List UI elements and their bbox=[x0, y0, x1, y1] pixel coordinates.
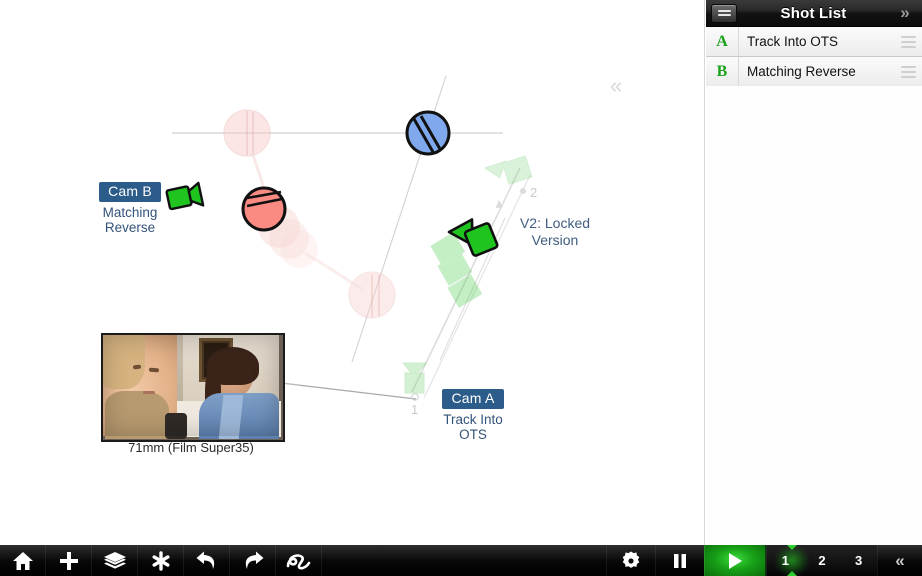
home-button[interactable] bbox=[0, 545, 46, 576]
shot-name: Track Into OTS bbox=[747, 34, 839, 49]
asterisk-icon bbox=[152, 550, 169, 571]
layers-button[interactable] bbox=[92, 545, 138, 576]
step-button-1[interactable]: 1 bbox=[782, 553, 789, 568]
drag-handle-icon[interactable] bbox=[896, 27, 920, 57]
play-button[interactable] bbox=[704, 545, 766, 576]
marker-number-2: 2 bbox=[530, 185, 538, 200]
home-icon bbox=[12, 551, 33, 570]
toolbar-collapse-chevron-icon[interactable]: « bbox=[877, 545, 922, 576]
pause-icon bbox=[674, 553, 686, 568]
layers-icon bbox=[103, 551, 126, 569]
character-blue-active bbox=[405, 110, 451, 156]
table-row[interactable]: B Matching Reverse bbox=[706, 57, 922, 87]
gear-icon bbox=[622, 551, 640, 568]
canvas-collapse-chevron-icon[interactable]: « bbox=[610, 75, 622, 97]
camera-b-icon[interactable] bbox=[163, 177, 207, 217]
bottom-toolbar: 1 2 3 « bbox=[0, 545, 922, 576]
step-marker-top-icon bbox=[787, 545, 797, 550]
step-button-2[interactable]: 2 bbox=[818, 553, 825, 568]
character-red-active bbox=[241, 186, 287, 232]
toolbar-left-group bbox=[0, 545, 322, 576]
shot-letter: B bbox=[716, 62, 728, 80]
canvas-vector-layer bbox=[172, 75, 533, 401]
undo-arrow-icon bbox=[196, 551, 214, 569]
shot-list-empty-area[interactable] bbox=[706, 86, 922, 545]
shot-name: Matching Reverse bbox=[747, 64, 856, 79]
shot-list-title: Shot List bbox=[780, 4, 847, 22]
step-button-3[interactable]: 3 bbox=[855, 553, 862, 568]
marker-number-1: 1 bbox=[411, 402, 419, 417]
add-button[interactable] bbox=[46, 545, 92, 576]
toolbar-right-group: 1 2 3 « bbox=[606, 545, 922, 576]
panel-collapse-chevron-icon[interactable]: » bbox=[890, 3, 920, 23]
camera-a-origin-ghost bbox=[401, 362, 428, 394]
undo-button[interactable] bbox=[184, 545, 230, 576]
shot-letter: A bbox=[716, 32, 728, 50]
step-marker-bottom-icon bbox=[787, 571, 797, 576]
redo-button[interactable] bbox=[230, 545, 276, 576]
step-active-highlight bbox=[775, 545, 809, 576]
frame-caption: 71mm (Film Super35) bbox=[128, 440, 254, 455]
app-root: 71mm (Film Super35) Cam B Matching Rever… bbox=[0, 0, 922, 576]
list-icon[interactable] bbox=[711, 3, 737, 23]
pause-button[interactable] bbox=[655, 545, 704, 576]
storyboard-canvas[interactable]: 71mm (Film Super35) Cam B Matching Rever… bbox=[0, 0, 705, 545]
shot-list-panel: Shot List » A Track Into OTS B Matching … bbox=[706, 0, 922, 545]
drag-handle-icon[interactable] bbox=[896, 57, 920, 87]
play-icon bbox=[729, 552, 742, 569]
settings-button[interactable] bbox=[606, 545, 655, 576]
row-divider bbox=[738, 27, 739, 56]
step-selector[interactable]: 1 2 3 bbox=[766, 545, 877, 576]
frame-preview-thumbnail[interactable] bbox=[101, 333, 285, 442]
path-tool-button[interactable] bbox=[276, 545, 322, 576]
row-divider bbox=[738, 57, 739, 86]
plus-icon bbox=[59, 551, 78, 570]
shot-list-header: Shot List » bbox=[706, 0, 922, 27]
redo-arrow-icon bbox=[245, 551, 263, 569]
camera-b-ghost-pivot bbox=[520, 188, 526, 194]
effects-button[interactable] bbox=[138, 545, 184, 576]
squiggle-path-icon bbox=[286, 553, 310, 569]
table-row[interactable]: A Track Into OTS bbox=[706, 27, 922, 57]
